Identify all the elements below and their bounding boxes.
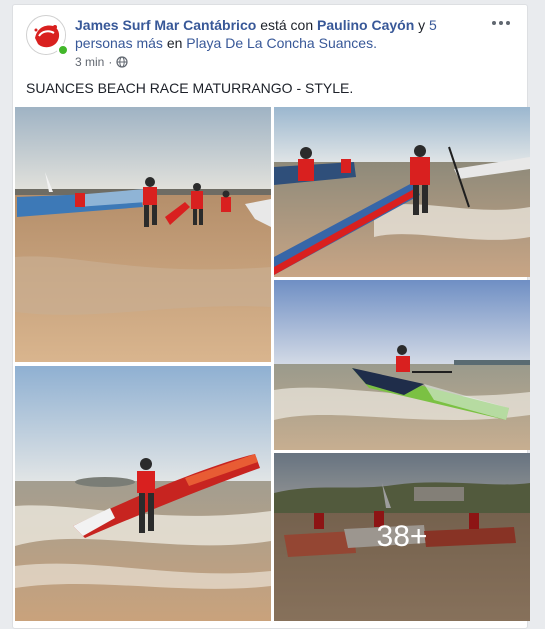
photo-2-image [274,107,530,277]
photo-1[interactable] [15,107,271,362]
timestamp[interactable]: 3 min [75,55,104,69]
photo-grid: 38+ [15,107,530,621]
and-text: y [418,17,426,33]
more-dot-icon [492,21,496,25]
more-photos-overlay[interactable]: 38+ [274,453,530,621]
photo-1-image [15,107,271,362]
photo-3-image [274,280,530,450]
more-photos-count: 38+ [376,520,428,553]
author-link[interactable]: James Surf Mar Cantábrico [75,17,256,33]
feed-post: James Surf Mar Cantábrico está con Pauli… [12,4,530,629]
globe-icon[interactable] [116,56,128,68]
photo-5-more[interactable]: 38+ [274,453,530,621]
in-text: en [166,35,183,51]
photo-4[interactable] [15,366,271,621]
more-dot-icon [506,21,510,25]
photo-3[interactable] [274,280,530,450]
more-dot-icon [499,21,503,25]
post-header: James Surf Mar Cantábrico está con Pauli… [75,16,475,52]
place-link[interactable]: Playa De La Concha Suances. [186,35,377,51]
tagged-person-link[interactable]: Paulino Cayón [317,17,414,33]
with-text: está con [260,17,314,33]
photo-4-image [15,366,271,621]
more-options-button[interactable] [489,13,513,33]
photo-2[interactable] [274,107,530,277]
post-caption: SUANCES BEACH RACE MATURRANGO - STYLE. [26,80,354,96]
meta-separator: · [108,55,113,69]
post-meta: 3 min · [75,55,128,69]
online-status-dot [57,44,69,56]
